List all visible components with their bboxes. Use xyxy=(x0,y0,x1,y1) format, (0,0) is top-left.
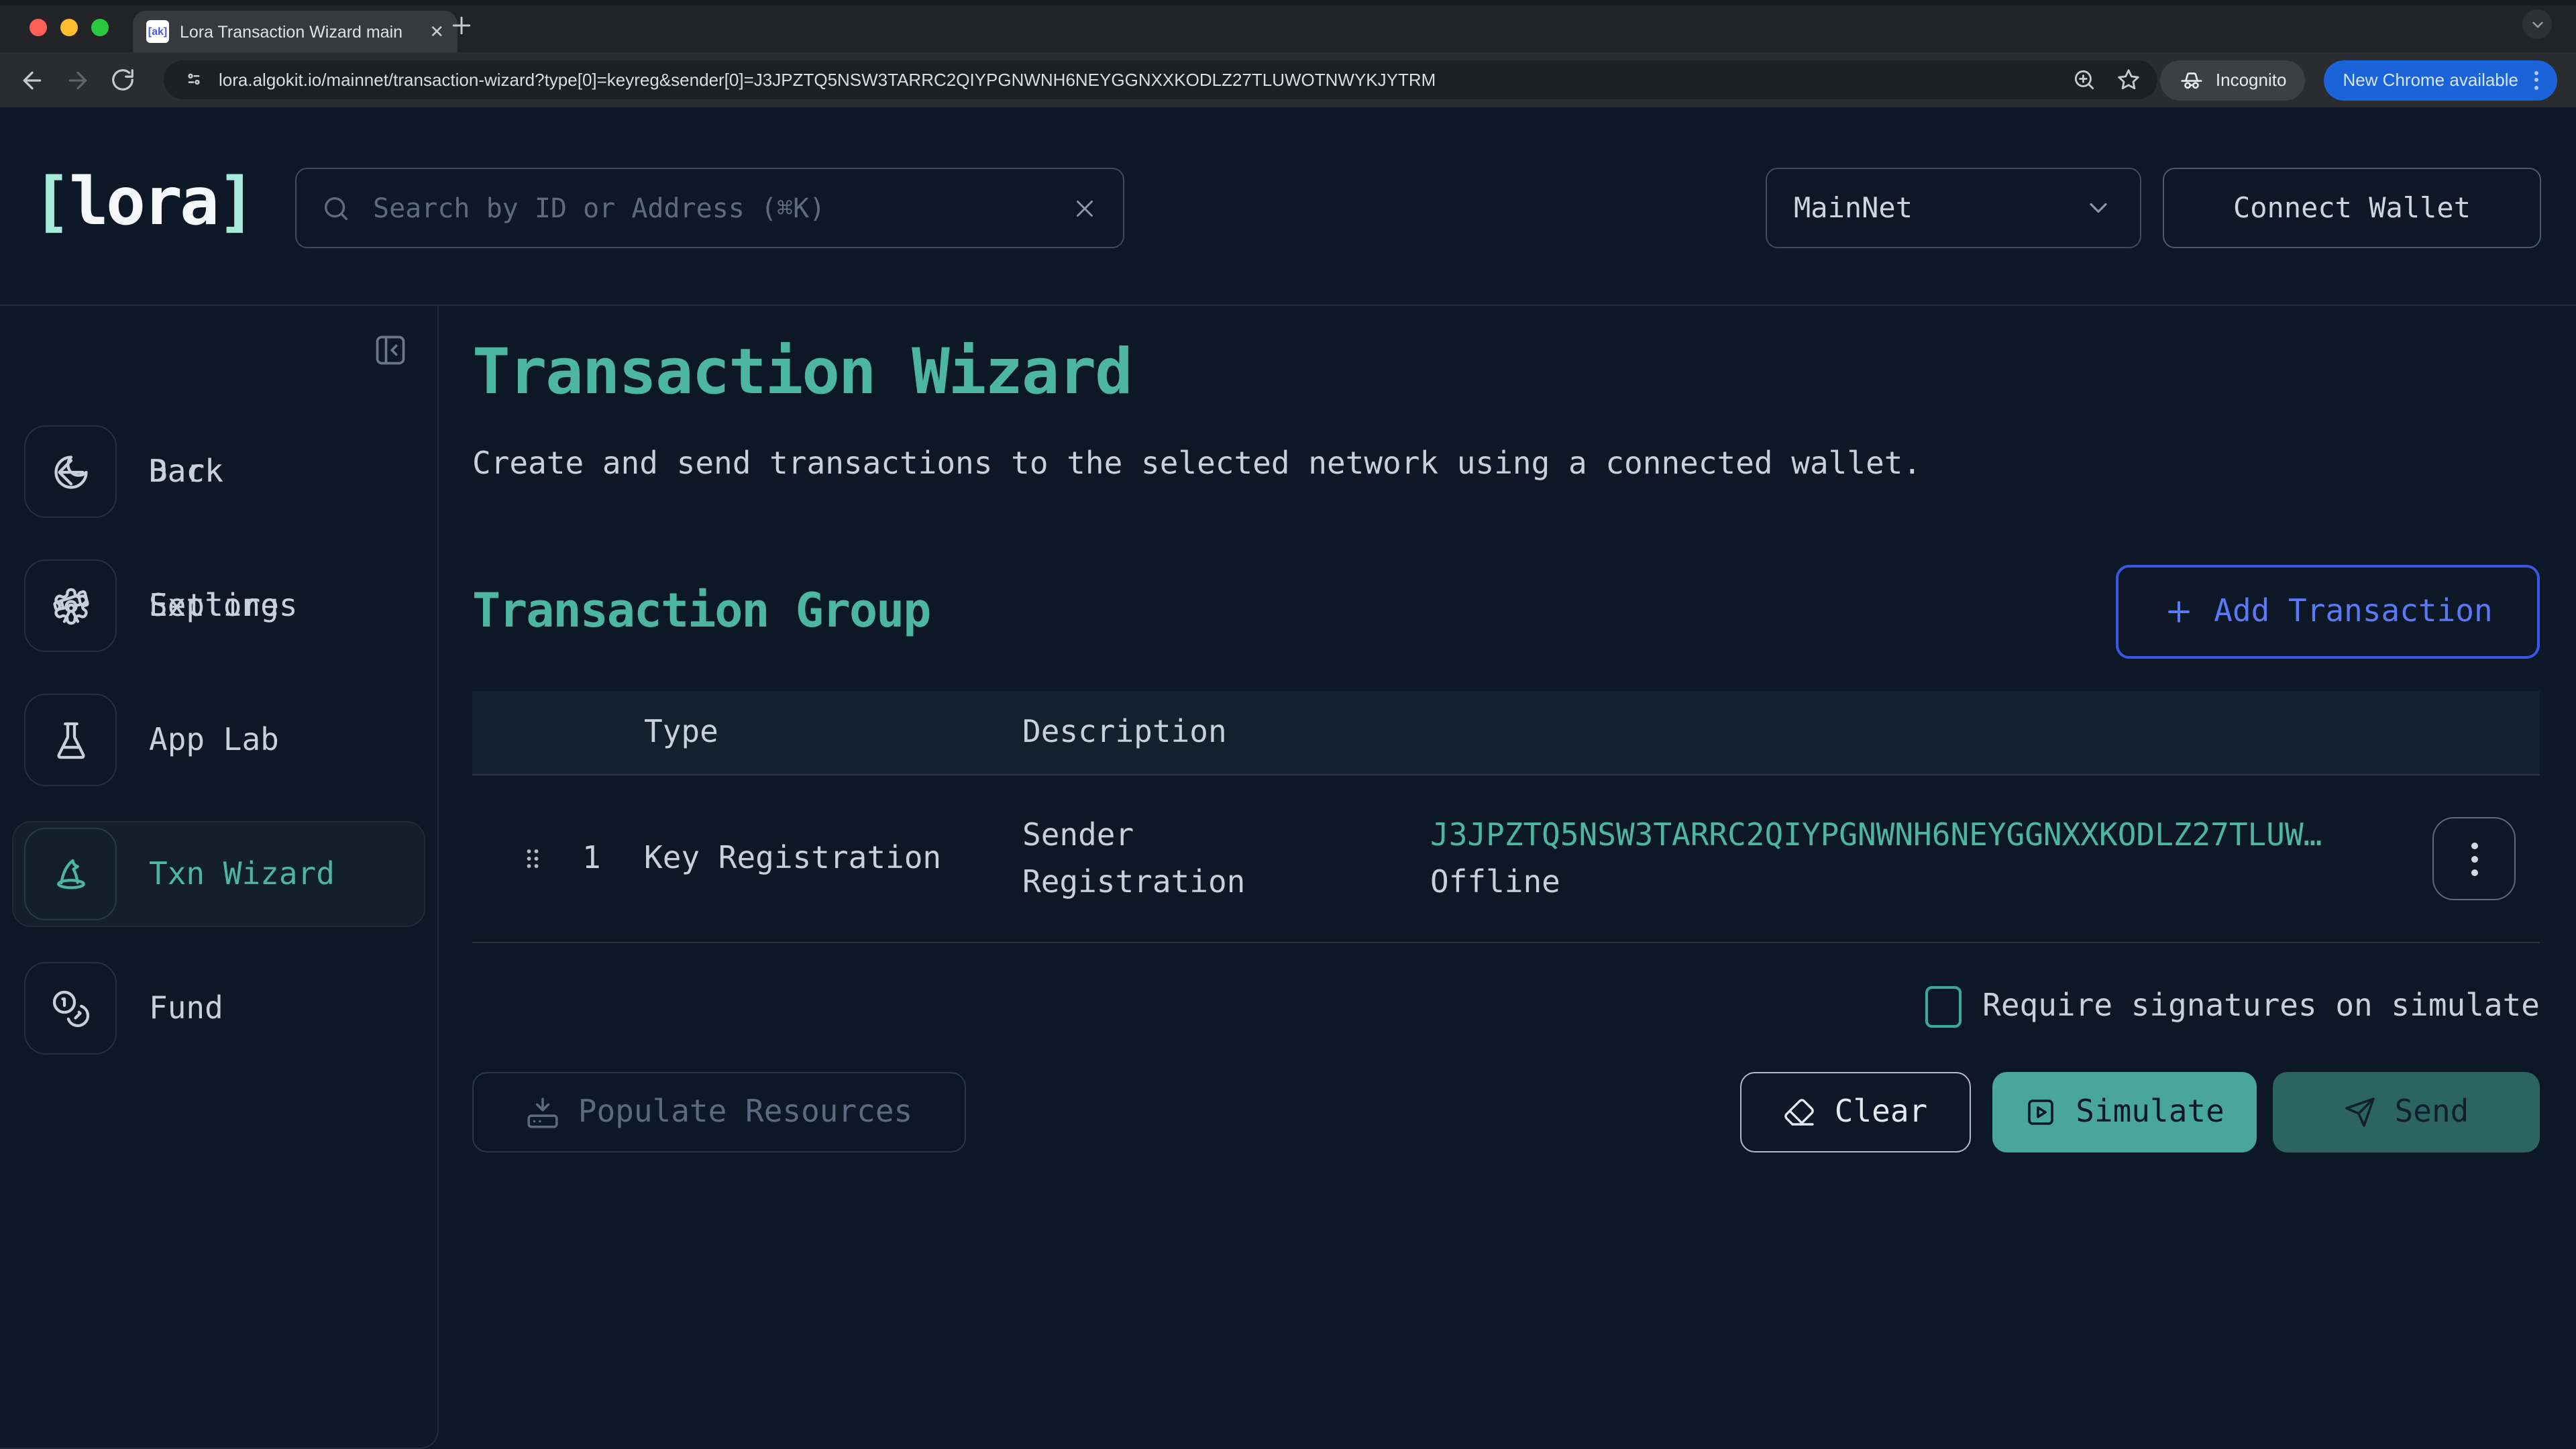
moon-icon xyxy=(24,425,117,518)
kebab-icon xyxy=(2471,842,2477,875)
row-type: Key Registration xyxy=(644,841,1022,876)
add-transaction-button[interactable]: Add Transaction xyxy=(2116,565,2540,659)
browser-toolbar: lora.algokit.io/mainnet/transaction-wiza… xyxy=(0,52,2576,107)
chrome-menu-kebab-icon[interactable] xyxy=(2534,70,2538,89)
connect-wallet-label: Connect Wallet xyxy=(2233,192,2471,224)
add-transaction-label: Add Transaction xyxy=(2214,594,2492,629)
browser-back-icon[interactable] xyxy=(19,66,46,93)
group-title: Transaction Group xyxy=(472,585,930,639)
incognito-badge: Incognito xyxy=(2161,60,2306,100)
application-window: [ak] Lora Transaction Wizard main ✕ xyxy=(0,0,2576,1449)
tab-title: Lora Transaction Wizard main xyxy=(180,22,419,41)
browser-chrome: [ak] Lora Transaction Wizard main ✕ xyxy=(0,0,2576,107)
bookmark-star-icon[interactable] xyxy=(2116,67,2142,93)
logo-bracket-open: [ xyxy=(32,164,69,240)
table-header-row: Type Description xyxy=(472,691,2540,775)
row-menu-button[interactable] xyxy=(2432,817,2516,900)
lora-logo[interactable]: [lora] xyxy=(32,164,254,240)
minimize-window-button[interactable] xyxy=(60,19,78,36)
connect-wallet-button[interactable]: Connect Wallet xyxy=(2163,168,2541,248)
logo-bracket-close: ] xyxy=(217,164,254,240)
site-settings-icon[interactable] xyxy=(182,68,205,91)
sidebar-footer: Dark Settings xyxy=(12,419,425,1367)
transaction-group-header: Transaction Group Add Transaction xyxy=(472,565,2540,659)
plus-icon xyxy=(2163,596,2195,628)
tab-favicon: [ak] xyxy=(146,20,169,43)
populate-resources-label: Populate Resources xyxy=(578,1095,913,1130)
logo-text: lora xyxy=(69,164,217,240)
sender-address-link[interactable]: J3JPZTQ5NSW3TARRC2QIYPGNWNH6NEYGGNXXKODL… xyxy=(1430,818,2391,853)
description-values: J3JPZTQ5NSW3TARRC2QIYPGNWNH6NEYGGNXXKODL… xyxy=(1430,818,2411,900)
actions-bar: Populate Resources Clear Simulate Send xyxy=(472,1072,2540,1152)
app-header: [lora] MainNet Connect Wallet xyxy=(0,107,2576,306)
populate-resources-button[interactable]: Populate Resources xyxy=(472,1072,966,1152)
window-chevron-down-icon[interactable] xyxy=(2522,9,2552,39)
toolbar-right: Incognito New Chrome available xyxy=(2072,52,2557,107)
send-button[interactable]: Send xyxy=(2273,1072,2540,1152)
tab-strip: [ak] Lora Transaction Wizard main ✕ xyxy=(0,0,2576,52)
send-label: Send xyxy=(2395,1095,2469,1130)
chrome-update-button[interactable]: New Chrome available xyxy=(2324,60,2557,100)
incognito-label: Incognito xyxy=(2216,70,2287,90)
require-signatures-label: Require signatures on simulate xyxy=(1982,989,2540,1024)
zoom-window-button[interactable] xyxy=(91,19,109,36)
require-signatures-checkbox[interactable] xyxy=(1925,985,1961,1027)
sidebar-item-label: Dark xyxy=(149,454,223,489)
clear-label: Clear xyxy=(1835,1095,1928,1130)
sidebar-item-dark-mode[interactable]: Dark xyxy=(12,419,425,525)
search-clear-icon[interactable] xyxy=(1071,194,1099,222)
registration-value: Offline xyxy=(1430,865,2411,900)
network-select[interactable]: MainNet xyxy=(1766,168,2141,248)
row-index: 1 xyxy=(582,841,601,876)
field-label-sender: Sender xyxy=(1022,818,1430,853)
field-label-registration: Registration xyxy=(1022,865,1430,900)
main-content: Transaction Wizard Create and send trans… xyxy=(439,306,2576,1449)
transaction-table: Type Description 1 Key Registration Send… xyxy=(472,691,2540,943)
simulate-button[interactable]: Simulate xyxy=(1992,1072,2257,1152)
window-controls xyxy=(30,19,109,36)
url-text: lora.algokit.io/mainnet/transaction-wiza… xyxy=(219,70,1436,90)
search-input[interactable] xyxy=(370,191,1052,225)
drag-handle-icon[interactable] xyxy=(518,844,547,873)
search-box[interactable] xyxy=(295,168,1124,248)
new-tab-button[interactable] xyxy=(448,12,475,39)
play-square-icon xyxy=(2025,1096,2057,1128)
chevron-down-icon xyxy=(2084,193,2113,223)
sidebar-collapse-button[interactable] xyxy=(373,333,408,368)
page-description: Create and send transactions to the sele… xyxy=(472,447,2540,482)
close-window-button[interactable] xyxy=(30,19,47,36)
column-header-type: Type xyxy=(644,715,1022,750)
browser-reload-icon[interactable] xyxy=(110,67,136,93)
tab-close-icon[interactable]: ✕ xyxy=(429,23,444,40)
column-header-description: Description xyxy=(1022,715,1430,750)
sidebar-item-label: Settings xyxy=(149,588,298,623)
browser-forward-icon[interactable] xyxy=(64,66,91,93)
address-bar[interactable]: lora.algokit.io/mainnet/transaction-wiza… xyxy=(164,60,2157,99)
sidebar-item-settings[interactable]: Settings xyxy=(12,553,425,659)
clear-button[interactable]: Clear xyxy=(1740,1072,1971,1152)
sidebar: Back Explore App Lab Txn Wizard xyxy=(0,306,439,1449)
table-row: 1 Key Registration Sender Registration J… xyxy=(472,775,2540,943)
search-icon xyxy=(321,193,352,223)
download-tray-icon xyxy=(526,1095,559,1129)
page-title: Transaction Wizard xyxy=(472,335,2540,409)
incognito-icon xyxy=(2180,67,2205,93)
network-selected-value: MainNet xyxy=(1794,192,1913,224)
send-plane-icon xyxy=(2344,1096,2376,1128)
gear-icon xyxy=(24,559,117,652)
zoom-in-icon[interactable] xyxy=(2072,67,2098,93)
simulate-label: Simulate xyxy=(2076,1095,2224,1130)
browser-tab[interactable]: [ak] Lora Transaction Wizard main ✕ xyxy=(133,11,458,52)
chrome-update-label: New Chrome available xyxy=(2343,70,2518,90)
simulate-options: Require signatures on simulate xyxy=(472,983,2540,1029)
eraser-icon xyxy=(1784,1096,1816,1128)
description-labels: Sender Registration xyxy=(1022,818,1430,900)
